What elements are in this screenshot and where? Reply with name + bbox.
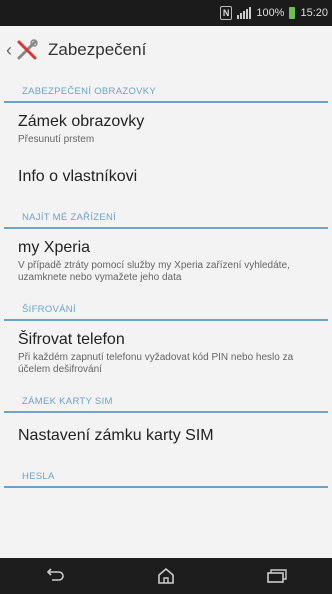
setting-owner-info[interactable]: Info o vlastníkovi xyxy=(0,154,332,200)
setting-screen-lock[interactable]: Zámek obrazovky Přesunutí prstem xyxy=(0,103,332,154)
recent-apps-icon xyxy=(266,569,287,583)
setting-sim-lock[interactable]: Nastavení zámku karty SIM xyxy=(0,413,332,459)
clock: 15:20 xyxy=(300,7,328,19)
item-subtitle: Při každém zapnutí telefonu vyžadovat kó… xyxy=(18,352,294,375)
page-title: Zabezpečení xyxy=(48,40,147,59)
action-bar: ‹ Zabezpečení xyxy=(0,26,332,74)
recent-apps-button[interactable] xyxy=(257,561,297,591)
navigation-bar xyxy=(0,558,332,594)
back-button[interactable] xyxy=(35,561,75,591)
battery-icon xyxy=(289,7,296,19)
back-icon xyxy=(47,568,65,581)
item-title: Info o vlastníkovi xyxy=(18,168,138,185)
status-bar: N 100% 15:20 xyxy=(0,0,332,26)
section-header-screen-security: ZABEZPEČENÍ OBRAZOVKY xyxy=(4,74,328,103)
item-subtitle: V případě ztráty pomocí služby my Xperia… xyxy=(18,260,290,283)
item-title: Zámek obrazovky xyxy=(18,113,145,130)
nfc-icon: N xyxy=(219,6,233,20)
item-title: my Xperia xyxy=(18,239,91,256)
signal-icon xyxy=(237,7,252,19)
settings-list: ZABEZPEČENÍ OBRAZOVKY Zámek obrazovky Př… xyxy=(0,74,332,558)
section-header-find-device: NAJÍT MÉ ZAŘÍZENÍ xyxy=(4,200,328,229)
item-subtitle: Přesunutí prstem xyxy=(18,134,95,145)
setting-encrypt-phone[interactable]: Šifrovat telefon Při každém zapnutí tele… xyxy=(0,321,332,384)
battery-percent: 100% xyxy=(256,7,285,19)
security-tools-icon[interactable] xyxy=(14,37,40,63)
setting-my-xperia[interactable]: my Xperia V případě ztráty pomocí služby… xyxy=(0,229,332,292)
section-header-sim-lock: ZÁMEK KARTY SIM xyxy=(4,384,328,413)
home-button[interactable] xyxy=(146,561,186,591)
status-icons: N 100% 15:20 xyxy=(219,0,328,26)
chevron-left-icon[interactable]: ‹ xyxy=(6,41,12,59)
section-header-encryption: ŠIFROVÁNÍ xyxy=(4,292,328,321)
section-header-passwords: HESLA xyxy=(4,459,328,488)
home-icon xyxy=(158,567,174,584)
item-title: Nastavení zámku karty SIM xyxy=(18,427,214,444)
item-title: Šifrovat telefon xyxy=(18,331,125,348)
